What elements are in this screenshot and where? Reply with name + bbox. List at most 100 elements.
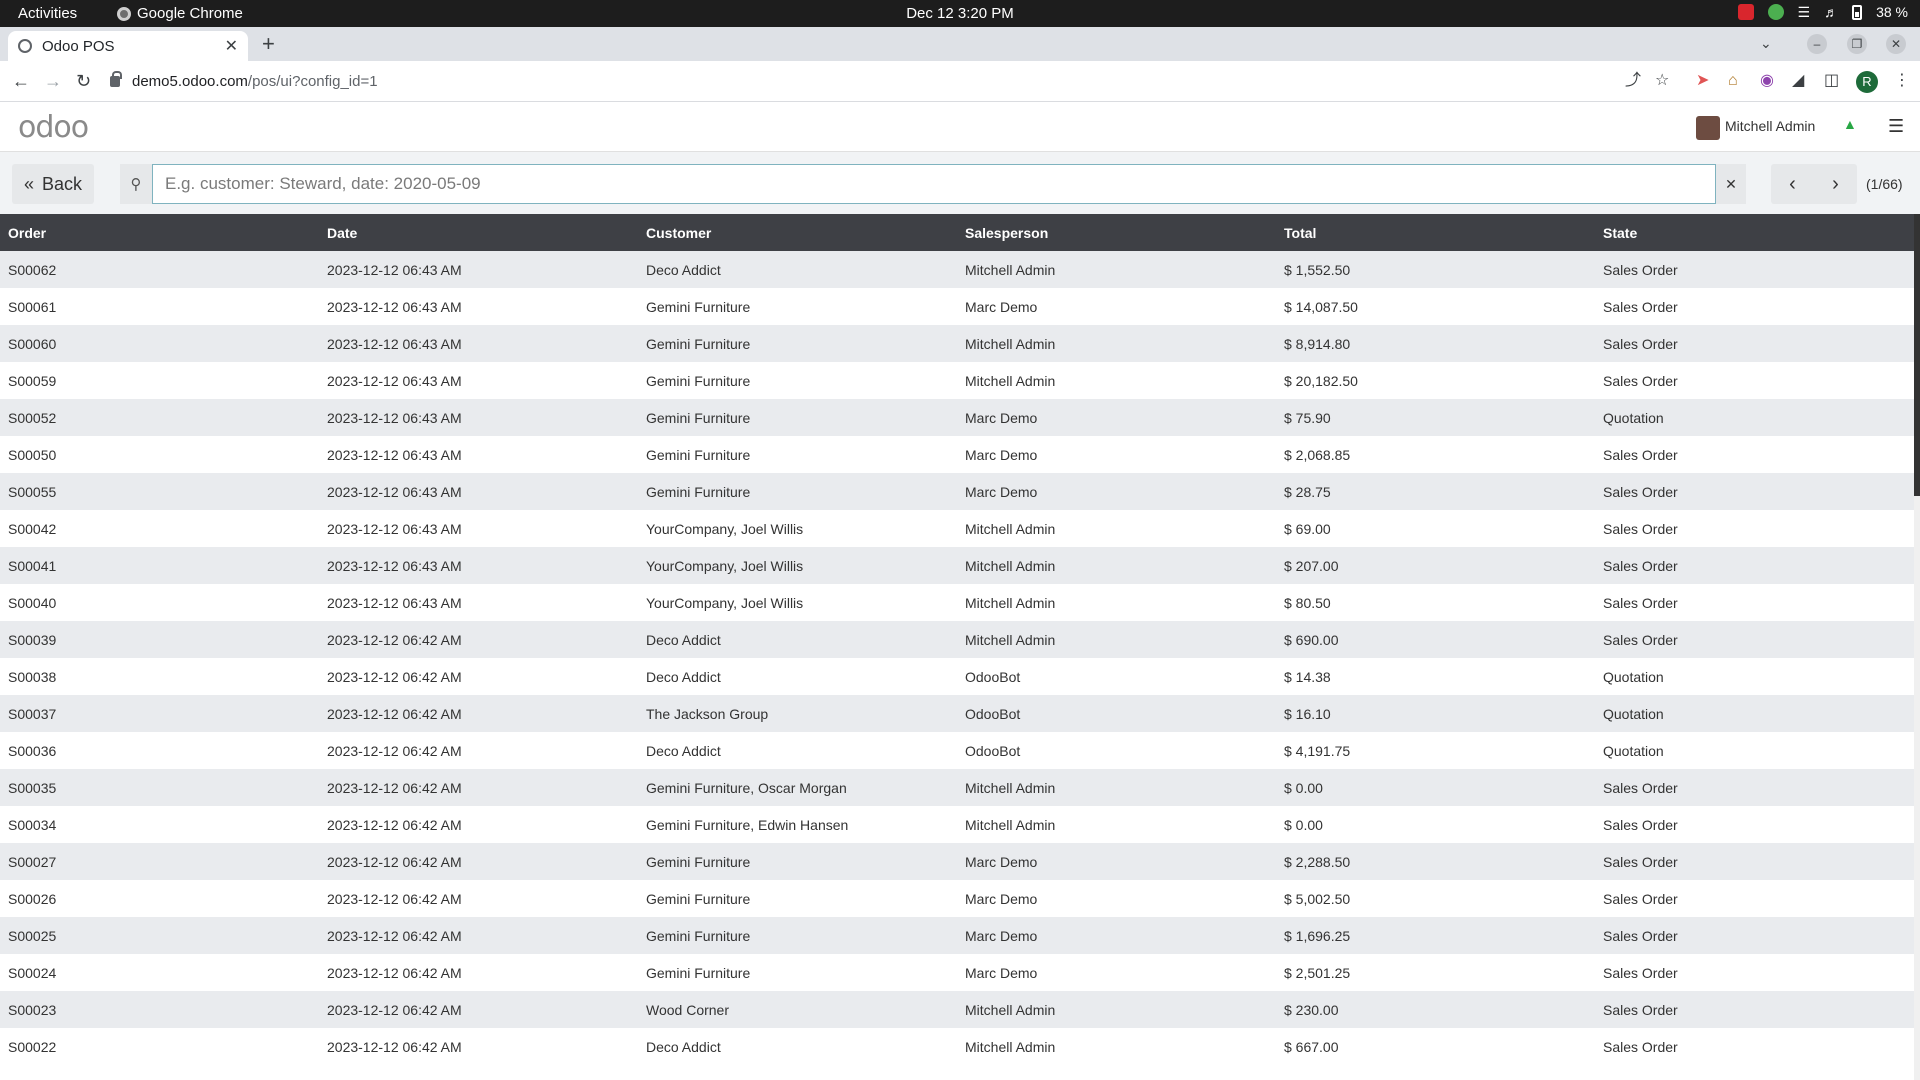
- user-name[interactable]: Mitchell Admin: [1725, 118, 1815, 134]
- table-row[interactable]: S00026 2023-12-12 06:42 AM Gemini Furnitur…: [0, 880, 1914, 917]
- table-row[interactable]: S00034 2023-12-12 06:42 AM Gemini Furnitur…: [0, 806, 1914, 843]
- cell-date: 2023-12-12 06:42 AM: [327, 890, 462, 907]
- battery-percent: 38 %: [1876, 4, 1908, 20]
- cell-order: S00059: [8, 372, 57, 389]
- browser-toolbar: ← → ↻ demo5.odoo.com /pos/ui?config_id=1…: [0, 61, 1920, 102]
- side-panel-icon[interactable]: ◫: [1824, 72, 1839, 90]
- status-check-icon[interactable]: [1767, 4, 1784, 20]
- tab-favicon-icon: [18, 39, 32, 53]
- table-row[interactable]: S00036 2023-12-12 06:42 AM Deco Addict Odoo…: [0, 732, 1914, 769]
- back-button-label: Back: [41, 173, 83, 194]
- tab-close-icon[interactable]: ✕: [225, 36, 238, 56]
- new-tab-icon[interactable]: +: [262, 33, 275, 55]
- next-page-icon[interactable]: ›: [1814, 164, 1857, 204]
- back-arrow-icon[interactable]: ←: [12, 70, 30, 92]
- table-row[interactable]: S00037 2023-12-12 06:42 AM The Jackson Gro…: [0, 695, 1914, 732]
- browser-menu-icon[interactable]: ⋮: [1894, 72, 1910, 90]
- cell-order: S00022: [8, 1038, 57, 1055]
- user-avatar[interactable]: [1696, 116, 1720, 140]
- cell-order: S00023: [8, 1001, 57, 1018]
- cell-state: Quotation: [1603, 409, 1664, 426]
- table-row[interactable]: S00023 2023-12-12 06:42 AM Wood Corner Mitc…: [0, 991, 1914, 1028]
- extension-house-icon[interactable]: ⌂: [1728, 72, 1738, 90]
- cell-order: S00037: [8, 705, 57, 722]
- extension-circle-icon[interactable]: ◉: [1760, 72, 1774, 90]
- address-bar[interactable]: demo5.odoo.com /pos/ui?config_id=1: [110, 66, 1610, 97]
- cell-date: 2023-12-12 06:43 AM: [327, 298, 462, 315]
- table-row[interactable]: S00039 2023-12-12 06:42 AM Deco Addict Mitc…: [0, 621, 1914, 658]
- browser-tab-odoo-pos[interactable]: Odoo POS ✕: [8, 31, 248, 61]
- cell-date: 2023-12-12 06:42 AM: [327, 853, 462, 870]
- cell-customer: Gemini Furniture: [646, 890, 751, 907]
- cell-salesperson: Mitchell Admin: [965, 261, 1056, 278]
- cell-date: 2023-12-12 06:42 AM: [327, 816, 462, 833]
- cell-date: 2023-12-12 06:43 AM: [327, 335, 462, 352]
- table-row[interactable]: S00050 2023-12-12 06:43 AM Gemini Furnitur…: [0, 436, 1914, 473]
- table-row[interactable]: S00052 2023-12-12 06:43 AM Gemini Furnitur…: [0, 399, 1914, 436]
- cell-state: Sales Order: [1603, 446, 1678, 463]
- restore-window-icon[interactable]: ❐: [1847, 34, 1867, 54]
- system-clock[interactable]: Dec 12 3:20 PM: [0, 5, 1920, 22]
- cell-order: S00024: [8, 964, 57, 981]
- forward-arrow-icon[interactable]: →: [44, 70, 62, 92]
- cell-salesperson: OdooBot: [965, 668, 1021, 685]
- clear-search-icon[interactable]: ✕: [1716, 164, 1746, 204]
- table-row[interactable]: S00041 2023-12-12 06:43 AM YourCompany, Jo…: [0, 547, 1914, 584]
- screen-share-icon[interactable]: [1737, 4, 1754, 20]
- table-row[interactable]: S00024 2023-12-12 06:42 AM Gemini Furnitur…: [0, 954, 1914, 991]
- extensions-puzzle-icon[interactable]: ◢: [1792, 72, 1804, 90]
- extension-arrow-icon[interactable]: ➤: [1696, 72, 1709, 90]
- table-row[interactable]: S00022 2023-12-12 06:42 AM Deco Addict Mitc…: [0, 1028, 1914, 1065]
- active-app-indicator[interactable]: Google Chrome: [117, 5, 243, 22]
- volume-icon[interactable]: ♬: [1824, 4, 1838, 20]
- table-row[interactable]: S00025 2023-12-12 06:42 AM Gemini Furnitur…: [0, 917, 1914, 954]
- cell-salesperson: Marc Demo: [965, 446, 1038, 463]
- cell-date: 2023-12-12 06:43 AM: [327, 446, 462, 463]
- cell-customer: Deco Addict: [646, 261, 721, 278]
- cell-salesperson: Marc Demo: [965, 298, 1038, 315]
- table-row[interactable]: S00059 2023-12-12 06:43 AM Gemini Furnitur…: [0, 362, 1914, 399]
- share-icon[interactable]: ⤴: [1625, 72, 1641, 90]
- tab-search-chevron-icon[interactable]: ⌄: [1760, 35, 1772, 52]
- activities-button[interactable]: Activities: [18, 5, 77, 22]
- url-path: /pos/ui?config_id=1: [247, 73, 378, 90]
- scrollbar-thumb[interactable]: [1914, 214, 1920, 496]
- back-button[interactable]: « Back: [12, 164, 94, 204]
- cell-date: 2023-12-12 06:43 AM: [327, 409, 462, 426]
- cell-state: Sales Order: [1603, 335, 1678, 352]
- cell-order: S00040: [8, 594, 57, 611]
- table-row[interactable]: S00035 2023-12-12 06:42 AM Gemini Furnitur…: [0, 769, 1914, 806]
- search-input[interactable]: [152, 164, 1716, 204]
- table-scrollbar[interactable]: [1914, 214, 1920, 1080]
- cell-total: $ 2,068.85: [1284, 446, 1351, 463]
- table-row[interactable]: S00040 2023-12-12 06:43 AM YourCompany, Jo…: [0, 584, 1914, 621]
- table-row[interactable]: S00038 2023-12-12 06:42 AM Deco Addict Odoo…: [0, 658, 1914, 695]
- lock-icon[interactable]: [110, 71, 122, 87]
- wifi-icon[interactable]: ☰: [1798, 4, 1811, 20]
- cell-date: 2023-12-12 06:43 AM: [327, 372, 462, 389]
- profile-avatar[interactable]: R: [1856, 71, 1878, 93]
- cell-salesperson: Marc Demo: [965, 927, 1038, 944]
- bookmark-star-icon[interactable]: ☆: [1655, 72, 1669, 90]
- table-row[interactable]: S00060 2023-12-12 06:43 AM Gemini Furnitur…: [0, 325, 1914, 362]
- table-row[interactable]: S00061 2023-12-12 06:43 AM Gemini Furnitur…: [0, 288, 1914, 325]
- previous-page-icon[interactable]: ‹: [1771, 164, 1814, 204]
- minimize-window-icon[interactable]: –: [1807, 34, 1827, 54]
- table-row[interactable]: S00027 2023-12-12 06:42 AM Gemini Furnitur…: [0, 843, 1914, 880]
- table-row[interactable]: S00042 2023-12-12 06:43 AM YourCompany, Jo…: [0, 510, 1914, 547]
- search-icon[interactable]: ⚲: [120, 164, 152, 204]
- cell-total: $ 690.00: [1284, 631, 1339, 648]
- table-row[interactable]: S00062 2023-12-12 06:43 AM Deco Addict Mitc…: [0, 251, 1914, 288]
- connection-status-icon[interactable]: ▲: [1843, 116, 1857, 132]
- hamburger-menu-icon[interactable]: ☰: [1888, 116, 1904, 137]
- system-tray[interactable]: ☰ ♬ 38 %: [1737, 4, 1908, 20]
- cell-total: $ 28.75: [1284, 483, 1331, 500]
- cell-customer: Deco Addict: [646, 1038, 721, 1055]
- cell-date: 2023-12-12 06:42 AM: [327, 631, 462, 648]
- table-row[interactable]: S00055 2023-12-12 06:43 AM Gemini Furnitur…: [0, 473, 1914, 510]
- pos-header: odoo Mitchell Admin ▲ ☰: [0, 102, 1920, 152]
- reload-icon[interactable]: ↻: [76, 70, 91, 92]
- close-window-icon[interactable]: ✕: [1886, 34, 1906, 54]
- battery-icon[interactable]: [1852, 4, 1863, 20]
- cell-total: $ 2,288.50: [1284, 853, 1351, 870]
